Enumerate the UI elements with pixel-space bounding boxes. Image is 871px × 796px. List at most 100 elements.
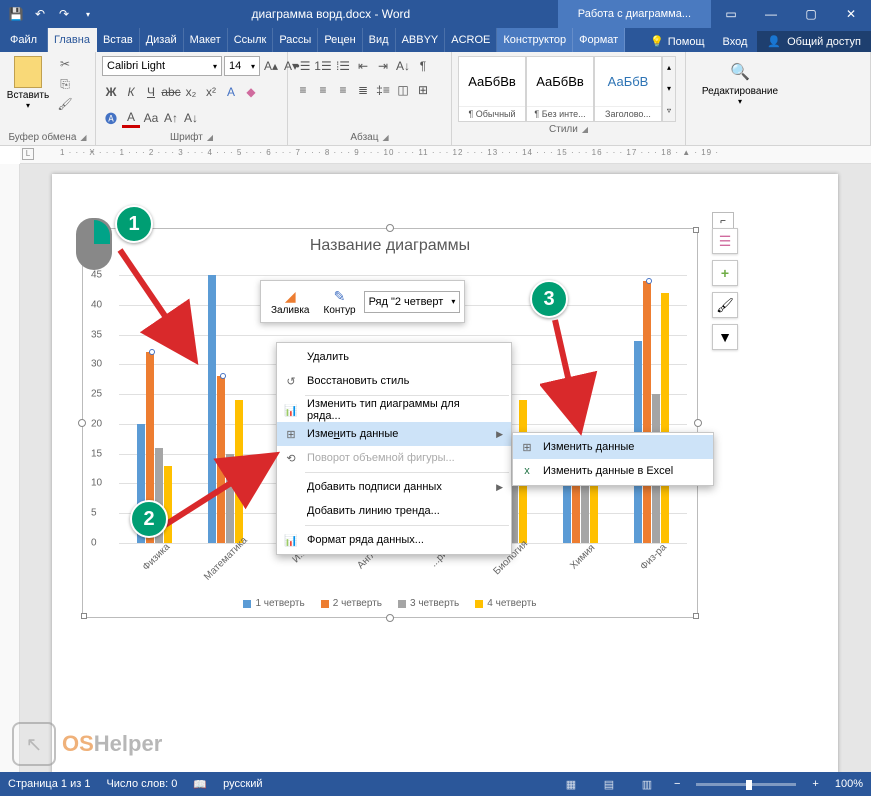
- font-name-selector[interactable]: Calibri Light▾: [102, 56, 222, 76]
- resize-handle[interactable]: [693, 227, 699, 233]
- shrink-font2-icon[interactable]: A↓: [182, 108, 200, 128]
- paragraph-launcher-icon[interactable]: ◢: [382, 133, 388, 142]
- ctx-change-chart-type[interactable]: 📊Изменить тип диаграммы для ряда...: [277, 398, 511, 422]
- tab-layout[interactable]: Макет: [184, 28, 228, 52]
- line-spacing-icon[interactable]: ‡≡: [374, 80, 392, 100]
- outline-button[interactable]: ✎ Контур: [318, 285, 362, 318]
- undo-icon[interactable]: ↶: [32, 6, 48, 22]
- grow-font2-icon[interactable]: A↑: [162, 108, 180, 128]
- format-painter-icon[interactable]: 🖌: [56, 96, 74, 112]
- tab-abbyy[interactable]: ABBYY: [396, 28, 446, 52]
- resize-handle[interactable]: [78, 419, 86, 427]
- clipboard-launcher-icon[interactable]: ◢: [80, 133, 86, 142]
- align-right-icon[interactable]: ≡: [334, 80, 352, 100]
- bold-button[interactable]: Ж: [102, 82, 120, 102]
- align-left-icon[interactable]: ≡: [294, 80, 312, 100]
- resize-handle[interactable]: [694, 419, 702, 427]
- ribbon-options-icon[interactable]: ▭: [711, 0, 751, 28]
- chart-styles-icon[interactable]: 🖌: [712, 292, 738, 318]
- status-words[interactable]: Число слов: 0: [106, 778, 177, 790]
- tab-mailings[interactable]: Рассы: [273, 28, 318, 52]
- maximize-icon[interactable]: ▢: [791, 0, 831, 28]
- tab-acrobat[interactable]: ACROE: [445, 28, 497, 52]
- shading-icon[interactable]: ◫: [394, 80, 412, 100]
- decrease-indent-icon[interactable]: ⇤: [354, 56, 372, 76]
- underline-button[interactable]: Ч: [142, 82, 160, 102]
- sign-in[interactable]: Вход: [713, 32, 758, 52]
- view-web-icon[interactable]: ▥: [636, 775, 658, 793]
- zoom-in-icon[interactable]: +: [812, 778, 818, 790]
- multilevel-icon[interactable]: ⁞☰: [334, 56, 352, 76]
- ctx-trendline[interactable]: Добавить линию тренда...: [277, 499, 511, 523]
- grow-font-icon[interactable]: A▴: [262, 56, 280, 76]
- sub-edit-data[interactable]: ⊞Изменить данные: [513, 435, 713, 459]
- chart-layout-icon[interactable]: ☰: [712, 228, 738, 254]
- view-print-icon[interactable]: ▤: [598, 775, 620, 793]
- style-no-spacing[interactable]: АаБбВв ¶ Без инте...: [526, 56, 594, 122]
- resize-handle[interactable]: [693, 613, 699, 619]
- sort-icon[interactable]: A↓: [394, 56, 412, 76]
- justify-icon[interactable]: ≣: [354, 80, 372, 100]
- editing-dropdown[interactable]: 🔍 Редактирование ▾: [692, 56, 788, 106]
- tab-references[interactable]: Ссылк: [228, 28, 274, 52]
- styles-gallery-scroll[interactable]: ▴▾▿: [662, 56, 676, 122]
- copy-icon[interactable]: ⎘: [56, 76, 74, 92]
- series-selector[interactable]: Ряд "2 четверт▾: [364, 291, 461, 313]
- italic-button[interactable]: К: [122, 82, 140, 102]
- fill-button[interactable]: ◢ Заливка: [265, 285, 316, 318]
- zoom-level[interactable]: 100%: [835, 778, 863, 790]
- view-read-icon[interactable]: ▦: [560, 775, 582, 793]
- increase-indent-icon[interactable]: ⇥: [374, 56, 392, 76]
- subscript-button[interactable]: x₂: [182, 82, 200, 102]
- style-normal[interactable]: АаБбВв ¶ Обычный: [458, 56, 526, 122]
- font-launcher-icon[interactable]: ◢: [207, 133, 213, 142]
- tab-view[interactable]: Вид: [363, 28, 396, 52]
- text-effects-icon[interactable]: A: [222, 82, 240, 102]
- tab-insert[interactable]: Встав: [97, 28, 140, 52]
- borders-icon[interactable]: ⊞: [414, 80, 432, 100]
- resize-handle[interactable]: [81, 613, 87, 619]
- zoom-slider[interactable]: [696, 783, 796, 786]
- tab-review[interactable]: Рецен: [318, 28, 362, 52]
- qat-dropdown-icon[interactable]: ▾: [80, 6, 96, 22]
- chart-legend[interactable]: 1 четверть2 четверть3 четверть4 четверть: [83, 598, 697, 609]
- bullets-icon[interactable]: •☰: [294, 56, 312, 76]
- chart-title[interactable]: Название диаграммы: [83, 229, 697, 263]
- status-proofing-icon[interactable]: 📖: [193, 778, 207, 791]
- sub-edit-excel[interactable]: xИзменить данные в Excel: [513, 459, 713, 483]
- tab-file[interactable]: Файл: [0, 28, 48, 52]
- resize-handle[interactable]: [386, 614, 394, 622]
- resize-handle[interactable]: [386, 224, 394, 232]
- cut-icon[interactable]: ✂: [56, 56, 74, 72]
- chart-elements-icon[interactable]: +: [712, 260, 738, 286]
- ctx-edit-data[interactable]: ⊞Изменить данные▶: [277, 422, 511, 446]
- style-heading1[interactable]: АаБбВ Заголово...: [594, 56, 662, 122]
- tab-design[interactable]: Дизай: [140, 28, 184, 52]
- clear-format-icon[interactable]: ◆: [242, 82, 260, 102]
- ctx-delete[interactable]: Удалить: [277, 345, 511, 369]
- numbering-icon[interactable]: 1☰: [314, 56, 332, 76]
- ruler-vertical[interactable]: [0, 164, 20, 772]
- ctx-reset-style[interactable]: ↺Восстановить стиль: [277, 369, 511, 393]
- share-button[interactable]: 👤Общий доступ: [757, 31, 871, 52]
- tab-chart-design[interactable]: Конструктор: [497, 28, 573, 52]
- status-language[interactable]: русский: [223, 778, 262, 790]
- tell-me[interactable]: 💡Помощ: [642, 31, 712, 52]
- status-page[interactable]: Страница 1 из 1: [8, 778, 90, 790]
- tab-home[interactable]: Главна: [48, 28, 97, 52]
- close-icon[interactable]: ✕: [831, 0, 871, 28]
- redo-icon[interactable]: ↷: [56, 6, 72, 22]
- zoom-out-icon[interactable]: −: [674, 778, 680, 790]
- minimize-icon[interactable]: —: [751, 0, 791, 28]
- align-center-icon[interactable]: ≡: [314, 80, 332, 100]
- show-marks-icon[interactable]: ¶: [414, 56, 432, 76]
- chart-filters-icon[interactable]: ▼: [712, 324, 738, 350]
- ctx-data-labels[interactable]: Добавить подписи данных▶: [277, 475, 511, 499]
- font-size-selector[interactable]: 14▾: [224, 56, 260, 76]
- ruler-horizontal[interactable]: L 1 · · · Ӿ · · · 1 · · · 2 · · · 3 · · …: [20, 146, 871, 164]
- paste-button[interactable]: Вставить ▾: [6, 56, 50, 110]
- save-icon[interactable]: 💾: [8, 6, 24, 22]
- strike-button[interactable]: abc: [162, 82, 180, 102]
- styles-launcher-icon[interactable]: ◢: [582, 125, 588, 134]
- change-case-icon[interactable]: Aa: [142, 108, 160, 128]
